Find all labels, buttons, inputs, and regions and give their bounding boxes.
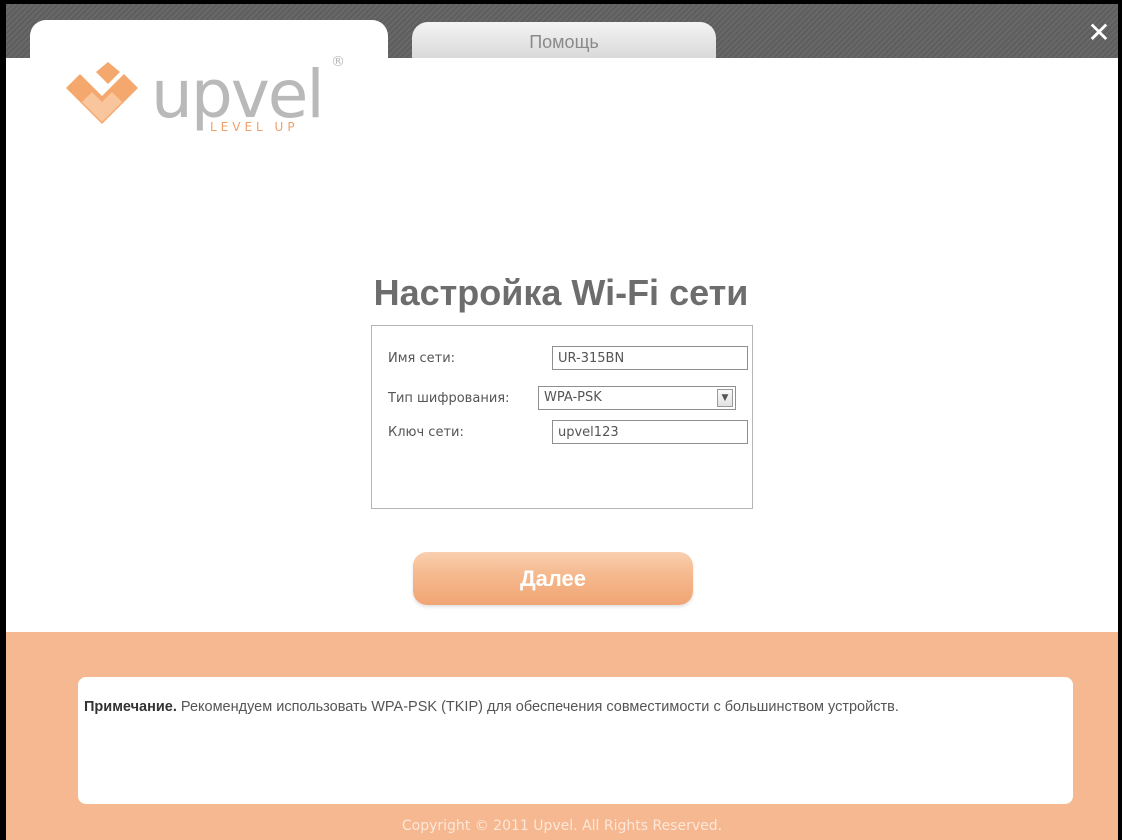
encryption-label: Тип шифрования: (388, 391, 510, 406)
encryption-select[interactable]: WPA-PSK ▼ (538, 386, 736, 410)
note-box: Примечание. Рекомендуем использовать WPA… (78, 677, 1073, 804)
tab-help[interactable]: Помощь (412, 22, 716, 58)
wifi-settings-form: Имя сети: Тип шифрования: WPA-PSK ▼ Ключ… (371, 325, 753, 509)
network-key-field[interactable] (552, 420, 748, 444)
logo-registered-mark: ® (331, 54, 345, 70)
footer: Примечание. Рекомендуем использовать WPA… (6, 632, 1118, 840)
page-title: Настройка Wi-Fi сети (373, 272, 749, 313)
logo-tagline: LEVEL UP (210, 120, 299, 134)
window-border-top (0, 0, 1122, 4)
chevron-down-icon[interactable]: ▼ (717, 389, 733, 407)
network-name-label: Имя сети: (388, 351, 456, 366)
setup-wizard-window: Помощь ✕ upvel ® LEVEL UP Настройка Wi-F… (0, 0, 1122, 840)
note-text: Примечание. Рекомендуем использовать WPA… (84, 697, 1059, 717)
next-button[interactable]: Далее (413, 552, 693, 605)
copyright-text: Copyright © 2011 Upvel. All Rights Reser… (401, 818, 723, 834)
window-border-right (1118, 0, 1122, 840)
note-title: Примечание. (84, 699, 177, 715)
close-icon[interactable]: ✕ (1086, 19, 1112, 47)
upvel-chevron-logo-icon (66, 62, 138, 124)
upvel-logo: upvel ® LEVEL UP (66, 54, 366, 152)
network-key-row: Ключ сети: (388, 420, 748, 444)
encryption-select-value: WPA-PSK (544, 390, 602, 405)
tab-main[interactable] (30, 20, 388, 58)
network-key-label: Ключ сети: (388, 425, 464, 440)
network-name-field[interactable] (552, 346, 748, 370)
encryption-row: Тип шифрования: WPA-PSK ▼ (388, 386, 738, 410)
note-body: Рекомендуем использовать WPA-PSK (TKIP) … (176, 699, 899, 715)
window-border-left (0, 0, 6, 840)
network-name-row: Имя сети: (388, 346, 748, 370)
